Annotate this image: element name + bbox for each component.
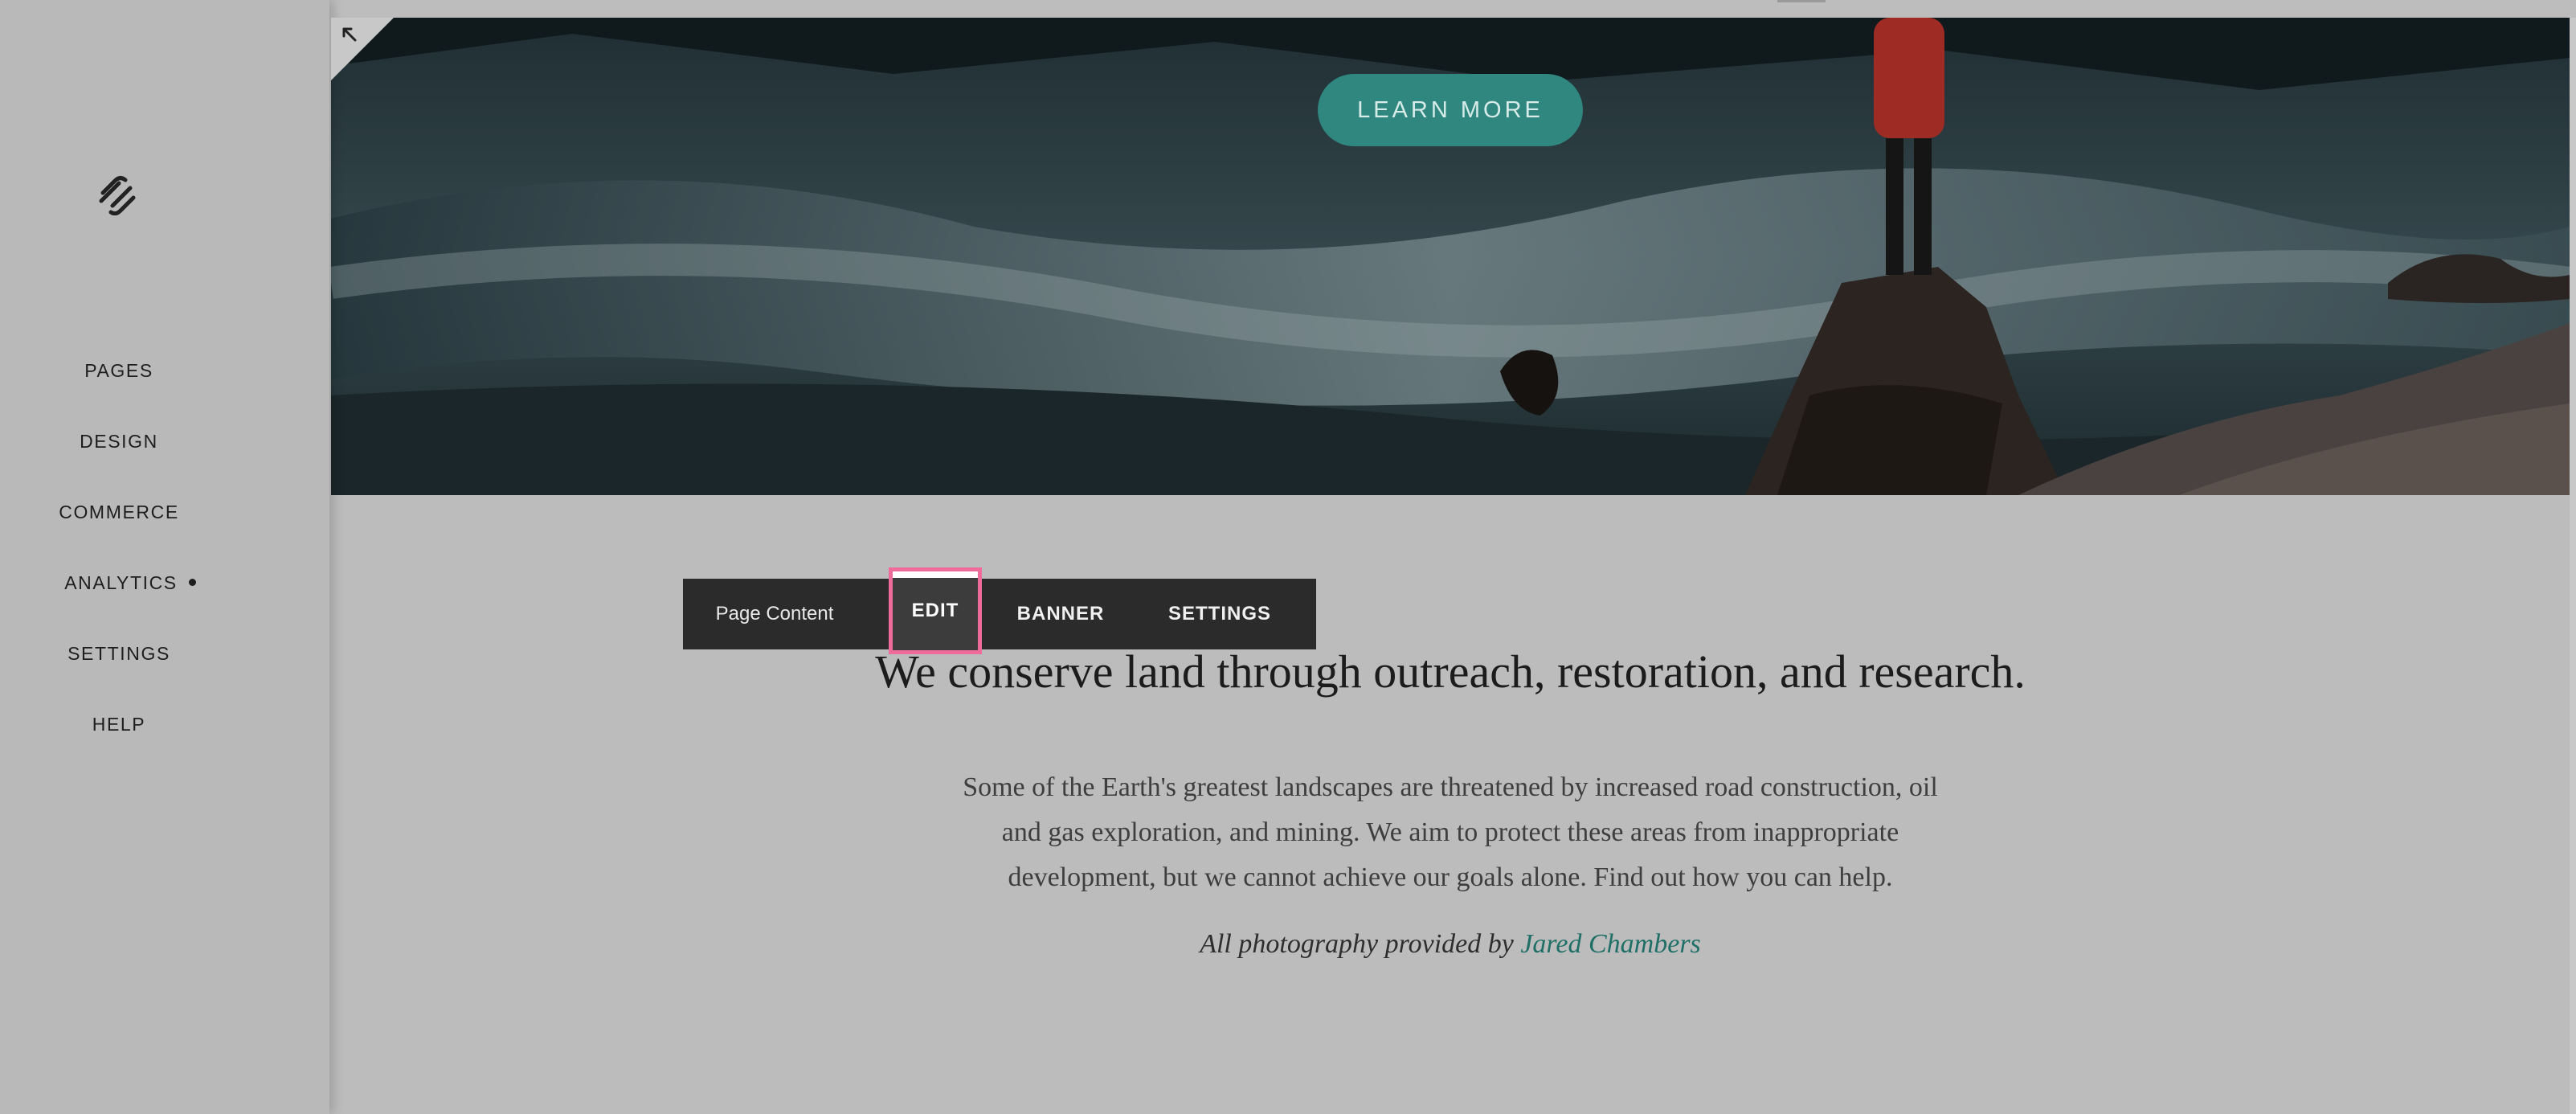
sidebar-item-label: COMMERCE [59,502,179,522]
sidebar-item-design[interactable]: DESIGN [0,431,238,453]
page-content-toolbar: Page Content EDIT BANNER SETTINGS [683,567,1316,654]
notification-dot-icon [188,579,196,587]
sidebar-item-label: SETTINGS [67,643,170,664]
edit-label: EDIT [911,600,959,621]
hero-banner-image: LEARN MORE [331,18,2570,495]
edit-button[interactable]: EDIT [889,567,982,654]
photo-credit: All photography provided by Jared Chambe… [331,929,2570,960]
learn-more-button[interactable]: LEARN MORE [1318,74,1583,146]
settings-button[interactable]: SETTINGS [1139,579,1300,649]
preview-scroll-edge [2570,18,2576,1114]
sidebar-item-label: ANALYTICS [64,572,178,593]
sidebar-item-settings[interactable]: SETTINGS [0,643,238,665]
banner-button[interactable]: BANNER [995,579,1126,649]
sidebar-item-help[interactable]: HELP [0,714,238,735]
site-preview: LEARN MORE Page Content EDIT BANNER SETT… [331,18,2570,1114]
edit-highlight-bar [893,571,978,578]
sidebar-item-analytics[interactable]: ANALYTICS [11,572,249,594]
sidebar-item-label: PAGES [84,360,153,381]
page-heading: We conserve land through outreach, resto… [875,645,2026,698]
sidebar: PAGES DESIGN COMMERCE ANALYTICS SETTINGS… [0,0,329,1114]
photographer-link[interactable]: Jared Chambers [1520,929,1700,959]
paragraph-line: and gas exploration, and mining. We aim … [1001,817,1899,847]
sidebar-item-label: HELP [92,714,146,735]
sidebar-item-label: DESIGN [80,431,158,452]
page-content-label: Page Content [715,603,834,625]
credit-prefix: All photography provided by [1200,929,1514,959]
paragraph-line: Some of the Earth's greatest landscapes … [963,772,1938,802]
squarespace-logo-icon[interactable] [95,174,143,215]
drag-handle[interactable] [1777,0,1826,2]
arrow-up-left-icon[interactable] [341,26,360,45]
sidebar-item-pages[interactable]: PAGES [0,360,238,382]
intro-paragraph: Some of the Earth's greatest landscapes … [934,765,1967,900]
sidebar-item-commerce[interactable]: COMMERCE [0,502,238,523]
preview-top-strip [331,0,2576,18]
paragraph-line: development, but we cannot achieve our g… [1008,862,1893,892]
